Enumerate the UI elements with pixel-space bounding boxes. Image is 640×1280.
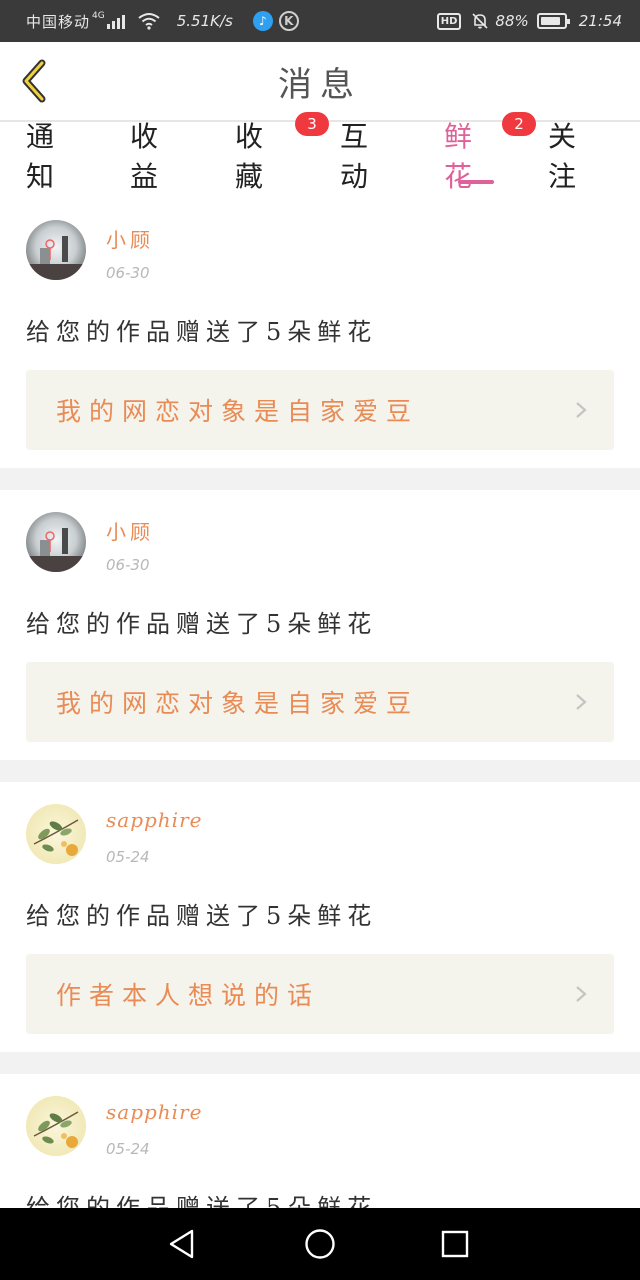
app-header: 消息 [0,42,640,122]
tab-label: 收益 [130,120,169,193]
avatar[interactable] [26,804,86,864]
work-title: 作者本人想说的话 [56,981,321,1010]
avatar-image [26,236,86,280]
unread-badge: 2 [502,112,536,136]
active-tab-indicator [458,180,494,184]
avatar-image [33,819,79,856]
avatar[interactable] [26,220,86,280]
hd-icon: HD [436,12,462,30]
user-name[interactable]: sapphire [106,808,202,832]
battery-icon [536,13,570,29]
avatar[interactable] [26,1096,86,1156]
music-app-icon: ♪ [252,11,273,31]
chevron-right-icon [576,402,587,418]
work-link[interactable]: 我的网恋对象是自家爱豆 [26,370,614,450]
nav-back-icon[interactable] [164,1226,200,1262]
tab-flowers[interactable]: 鲜花 2 [444,112,536,193]
tab-label: 关注 [548,120,587,193]
clock: 21:54 [578,12,622,30]
nav-home-icon[interactable] [302,1226,338,1262]
message-text: 给您的作品赠送了5朵鲜花 [26,1194,378,1208]
work-title: 我的网恋对象是自家爱豆 [56,397,420,426]
message-text: 给您的作品赠送了5朵鲜花 [26,902,378,930]
message-card: sapphire 05-24 给您的作品赠送了5朵鲜花 作者本人想说的话 [0,782,640,1052]
network-speed: 5.51K/s [176,12,233,30]
wifi-icon [138,13,160,30]
work-link[interactable]: 作者本人想说的话 [26,954,614,1034]
avatar-image [26,528,86,572]
network-type: 4G [92,11,105,21]
tab-label: 通知 [26,120,65,193]
user-name[interactable]: 小顾 [106,516,154,545]
user-name[interactable]: sapphire [106,1100,202,1124]
unread-badge: 3 [295,112,329,136]
work-title: 我的网恋对象是自家爱豆 [56,689,420,718]
tab-notifications[interactable]: 通知 [26,120,96,193]
message-text: 给您的作品赠送了5朵鲜花 [26,318,378,346]
work-link[interactable]: 我的网恋对象是自家爱豆 [26,662,614,742]
nav-recents-icon[interactable] [437,1226,473,1262]
message-date: 06-30 [106,264,150,282]
carrier-name: 中国移动 [26,12,91,31]
page-title: 消息 [278,64,362,105]
bell-muted-icon [472,13,488,29]
tab-favorites[interactable]: 收藏 3 [235,112,329,193]
tab-bar: 通知 收益 收藏 3 互动 鲜花 2 关注 [0,112,640,198]
avatar-image [33,1111,79,1148]
message-card: 小顾 06-30 给您的作品赠送了5朵鲜花 我的网恋对象是自家爱豆 [0,198,640,468]
user-name[interactable]: 小顾 [106,224,154,253]
chevron-right-icon [576,694,587,710]
message-date: 06-30 [106,556,150,574]
avatar[interactable] [26,512,86,572]
status-bar: 中国移动 4G 5.51K/s ♪ K HD 88% 21:54 [0,0,640,42]
k-app-icon: K [278,11,299,31]
tab-label: 互动 [340,120,379,193]
message-date: 05-24 [106,848,150,866]
tab-interactions[interactable]: 互动 [340,120,410,193]
tab-following[interactable]: 关注 [548,120,618,193]
battery-percent: 88% [495,12,529,30]
message-date: 05-24 [106,1140,150,1158]
chevron-right-icon [576,986,587,1002]
message-card: 小顾 06-30 给您的作品赠送了5朵鲜花 我的网恋对象是自家爱豆 [0,490,640,760]
signal-icon [106,13,127,29]
message-text: 给您的作品赠送了5朵鲜花 [26,610,378,638]
message-card: sapphire 05-24 给您的作品赠送了5朵鲜花 [0,1074,640,1208]
tab-earnings[interactable]: 收益 [130,120,200,193]
system-nav-bar [0,1208,640,1280]
